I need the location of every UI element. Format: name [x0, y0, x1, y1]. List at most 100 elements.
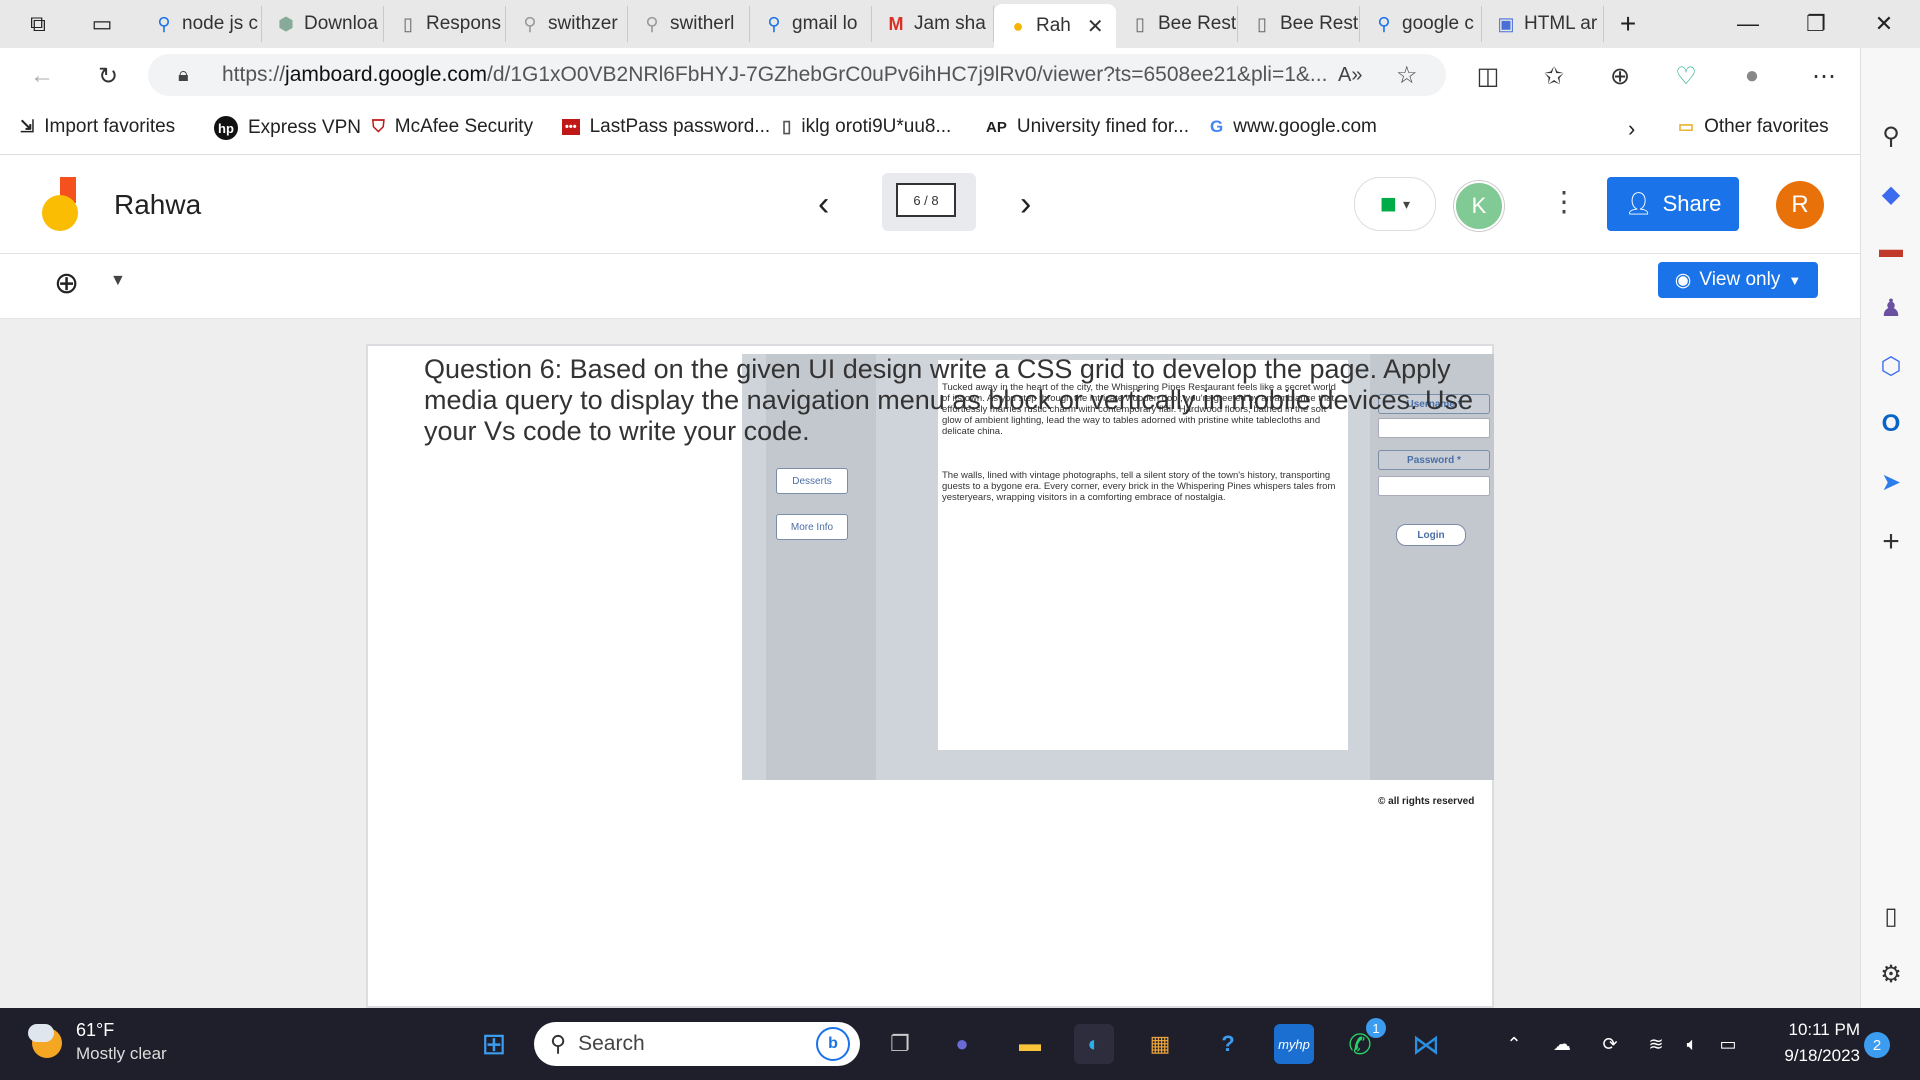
tab-html[interactable]: ▣ HTML ar — [1482, 6, 1604, 42]
sidebar-search-icon[interactable]: ⚲ — [1875, 120, 1907, 152]
jamboard-logo — [40, 177, 84, 233]
notification-badge[interactable]: 2 — [1864, 1032, 1890, 1058]
fav-mcafee[interactable]: ⛉ McAfee Security — [372, 116, 533, 138]
battery-icon[interactable]: ▭ — [1708, 1024, 1748, 1064]
close-tab-icon[interactable]: ✕ — [1087, 14, 1104, 39]
close-window-icon[interactable]: ✕ — [1860, 4, 1908, 44]
url-text[interactable]: https://jamboard.google.com/d/1G1xO0VB2N… — [222, 63, 1332, 87]
vertical-tabs-icon[interactable]: ▭ — [78, 4, 126, 44]
start-windows-icon[interactable]: ⊞ — [474, 1024, 514, 1064]
lock-icon: 🔒︎ — [178, 63, 189, 86]
weather-icon[interactable] — [28, 1022, 68, 1062]
file-explorer-icon[interactable]: ▬ — [1010, 1024, 1050, 1064]
sidebar-shopping-icon[interactable]: ◆ — [1875, 178, 1907, 210]
more-options-icon[interactable]: ⋮ — [1550, 185, 1578, 218]
browser-essentials-icon[interactable]: ♡ — [1668, 58, 1704, 94]
zoom-icon[interactable]: ⊕ — [54, 266, 79, 301]
design-paragraph-2: The walls, lined with vintage photograph… — [942, 470, 1336, 503]
restore-icon[interactable]: ❐ — [1792, 4, 1840, 44]
sidebar-send-icon[interactable]: ➤ — [1875, 466, 1907, 498]
wifi-icon[interactable]: ≋ — [1636, 1024, 1676, 1064]
tab-gmail-login[interactable]: ⚲ gmail lo — [750, 6, 872, 42]
favorite-star-icon[interactable]: ☆ — [1396, 61, 1418, 90]
search-icon: ⚲ — [645, 13, 659, 34]
workspaces-icon[interactable]: ⧉ — [14, 4, 62, 44]
myhp-icon[interactable]: myhp — [1274, 1024, 1314, 1064]
chevron-down-icon: ▾ — [1402, 195, 1410, 212]
read-aloud-icon[interactable]: A» — [1338, 64, 1362, 87]
minimize-icon[interactable]: — — [1724, 4, 1772, 44]
onedrive-warning-icon[interactable]: ☁ — [1542, 1024, 1582, 1064]
split-screen-icon[interactable]: ◫ — [1470, 58, 1506, 94]
jam-title[interactable]: Rahwa — [114, 189, 201, 221]
next-frame-chevron-icon[interactable]: › — [1020, 185, 1031, 224]
collections-icon[interactable]: ⊕ — [1602, 58, 1638, 94]
profile-icon: ▣ — [1497, 13, 1515, 34]
share-button[interactable]: 👤︎ Share — [1607, 177, 1739, 231]
clock-time[interactable]: 10:11 PM — [1764, 1020, 1860, 1040]
fav-google[interactable]: Gwww.google.com — [1210, 116, 1377, 138]
tab-google[interactable]: ⚲ google c — [1360, 6, 1482, 42]
favorites-icon[interactable]: ✩ — [1536, 58, 1572, 94]
question-text: Question 6: Based on the given UI design… — [424, 354, 1474, 446]
frame-selector[interactable]: 6 / 8 — [882, 173, 976, 231]
sidebar-games-icon[interactable]: ♟ — [1875, 292, 1907, 324]
fav-iklg[interactable]: ▯ iklg oroti9U*uu8... — [782, 116, 951, 138]
tab-bee-rest-2[interactable]: ▯ Bee Rest — [1238, 6, 1360, 42]
sidebar-m365-icon[interactable]: ⬡ — [1875, 350, 1907, 382]
weather-desc[interactable]: Mostly clear — [76, 1044, 167, 1064]
tab-jamboard-active[interactable]: ● Rah ✕ — [994, 4, 1116, 48]
jam-frame[interactable]: Question 6: Based on the given UI design… — [366, 344, 1494, 1008]
fav-university-fined[interactable]: AP University fined for... — [986, 116, 1189, 138]
tab-node-js[interactable]: ⚲ node js c — [140, 6, 262, 42]
vscode-icon[interactable]: ⋈ — [1406, 1024, 1446, 1064]
fav-other-favorites[interactable]: ▭ Other favorites — [1678, 116, 1829, 138]
fav-lastpass[interactable]: ••• LastPass password... — [562, 116, 770, 138]
clock-date[interactable]: 9/18/2023 — [1764, 1046, 1860, 1066]
more-menu-icon[interactable]: ⋯ — [1806, 58, 1842, 94]
sidebar-outlook-icon[interactable]: O — [1875, 408, 1907, 440]
sidebar-tools-icon[interactable]: ▬ — [1875, 234, 1907, 266]
meet-button[interactable]: ■ ▾ — [1354, 177, 1436, 231]
fav-import-favorites[interactable]: ⇲ Import favorites — [20, 116, 175, 138]
search-icon: ⚲ — [767, 13, 781, 34]
tab-download[interactable]: ⬢ Downloa — [262, 6, 384, 42]
view-only-button[interactable]: ◉ View only ▼ — [1658, 262, 1818, 298]
search-icon: ⚲ — [523, 13, 537, 34]
account-avatar-r[interactable]: R — [1776, 181, 1824, 229]
show-hidden-icons-chevron-icon[interactable]: ⌃ — [1494, 1024, 1534, 1064]
volume-icon[interactable]: 🔈︎ — [1672, 1024, 1712, 1064]
tab-bee-rest-1[interactable]: ▯ Bee Rest — [1116, 6, 1238, 42]
edge-sidebar: ⚲ ◆ ▬ ♟ ⬡ O ➤ + ▯ ⚙ — [1860, 48, 1920, 1008]
eye-icon: ◉ — [1674, 269, 1692, 291]
weather-temp[interactable]: 61°F — [76, 1020, 114, 1041]
new-tab-plus-icon[interactable]: + — [1604, 4, 1652, 44]
tab-swithzer[interactable]: ⚲ swithzer — [506, 6, 628, 42]
fav-express-vpn[interactable]: hp Express VPN — [214, 116, 361, 140]
back-arrow-icon[interactable]: ← — [24, 58, 60, 94]
sidebar-add-icon[interactable]: + — [1875, 525, 1907, 558]
taskbar-search-box[interactable]: ⚲ Search b — [534, 1022, 860, 1066]
teams-chat-icon[interactable]: ● — [942, 1024, 982, 1064]
design-nav-desserts: Desserts — [776, 468, 848, 494]
sidebar-settings-icon[interactable]: ⚙ — [1875, 958, 1907, 990]
collaborator-avatar-k[interactable]: K — [1454, 181, 1504, 231]
profile-avatar-icon[interactable]: ● — [1734, 58, 1770, 94]
task-view-icon[interactable]: ❐ — [880, 1024, 920, 1064]
sync-icon[interactable]: ⟳ — [1590, 1024, 1630, 1064]
tab-switherl[interactable]: ⚲ switherl — [628, 6, 750, 42]
hp-icon: hp — [214, 116, 238, 140]
sidebar-hide-icon[interactable]: ▯ — [1875, 900, 1907, 932]
page-icon: ▯ — [1257, 13, 1267, 34]
zoom-dropdown-chevron-icon[interactable]: ▼ — [110, 272, 126, 290]
prev-frame-chevron-icon[interactable]: ‹ — [818, 185, 829, 224]
edge-browser-icon[interactable]: ◐ — [1074, 1024, 1114, 1064]
microsoft-store-icon[interactable]: ▦ — [1140, 1024, 1180, 1064]
get-help-icon[interactable]: ? — [1208, 1024, 1248, 1064]
tab-response[interactable]: ▯ Respons — [384, 6, 506, 42]
refresh-icon[interactable]: ↻ — [90, 58, 126, 94]
page-icon: ▯ — [1135, 13, 1145, 34]
favorites-overflow-chevron-icon[interactable]: › — [1628, 116, 1635, 142]
address-bar[interactable]: 🔒︎ https://jamboard.google.com/d/1G1xO0V… — [148, 54, 1446, 96]
tab-jam-share[interactable]: M Jam sha — [872, 6, 994, 42]
